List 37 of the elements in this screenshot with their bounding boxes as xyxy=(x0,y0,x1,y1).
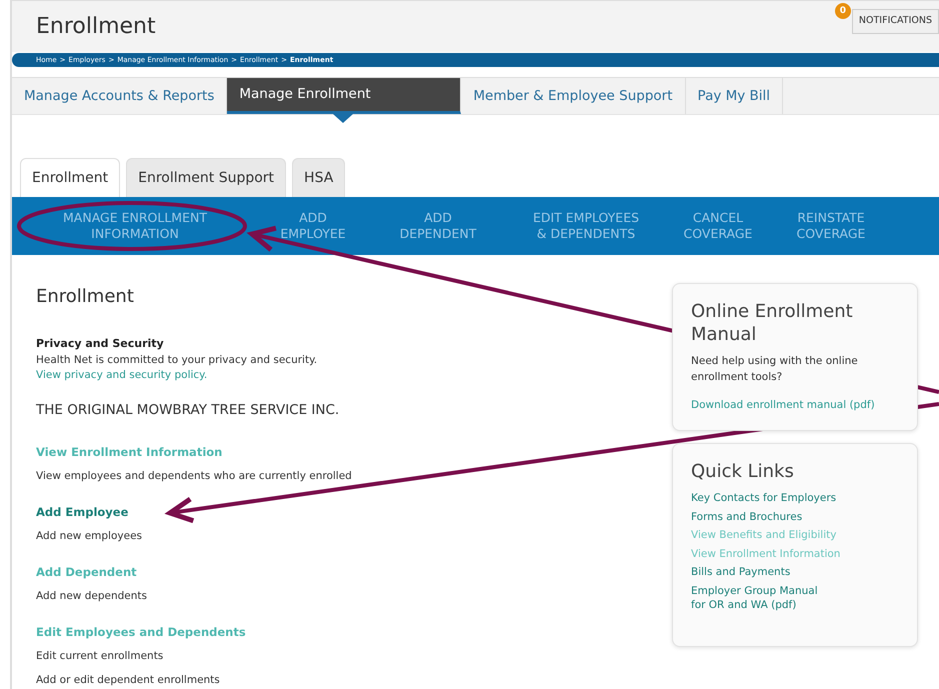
active-pointer-icon xyxy=(333,114,354,123)
nav-tab[interactable]: Pay My Bill xyxy=(686,78,784,114)
section-link[interactable]: Add Employee xyxy=(36,504,672,522)
card-title: Quick Links xyxy=(691,460,795,483)
privacy-link[interactable]: View privacy and security policy. xyxy=(36,368,672,384)
tab[interactable]: HSA xyxy=(292,158,346,197)
company-name: THE ORIGINAL MOWBRAY TREE SERVICE INC. xyxy=(36,401,340,420)
bullet-item: View employees and dependents who are currently enrolled xyxy=(36,468,353,484)
sub-nav-link[interactable]: ADD DEPENDENT xyxy=(368,210,508,242)
sub-nav-link[interactable]: EDIT EMPLOYEES & DEPENDENTS xyxy=(508,210,664,242)
notification-count: 0 xyxy=(834,3,851,20)
tab[interactable]: Enrollment Support xyxy=(126,158,286,197)
section-link[interactable]: Add Dependent xyxy=(36,564,672,582)
sidebar-link[interactable]: Forms and Brochures xyxy=(691,510,899,524)
privacy-text: Health Net is committed to your privacy and security. xyxy=(36,352,318,368)
sub-nav-link[interactable]: MANAGE ENROLLMENT INFORMATION xyxy=(12,210,258,242)
section-title: Enrollment xyxy=(36,285,135,309)
privacy-heading: Privacy and Security xyxy=(36,336,165,352)
nav-tab[interactable]: Member & Employee Support xyxy=(461,78,686,114)
notifications-button[interactable]: NOTIFICATIONS xyxy=(852,9,939,34)
section-link[interactable]: Edit Employees and Dependents xyxy=(36,624,672,642)
sidebar-link[interactable]: Key Contacts for Employers xyxy=(691,491,899,505)
sub-nav-link[interactable]: REINSTATE COVERAGE xyxy=(772,210,890,242)
section-link[interactable]: View Enrollment Information xyxy=(36,444,672,462)
sub-nav-link[interactable]: CANCEL COVERAGE xyxy=(664,210,772,242)
bullet-item: Add or edit dependent enrollments xyxy=(36,673,221,688)
bullet-item: Edit current enrollments xyxy=(36,648,164,664)
sidebar-link[interactable]: Bills and Payments xyxy=(691,565,899,579)
sidebar-link[interactable]: Employer Group Manual for OR and WA (pdf) xyxy=(691,584,899,612)
sidebar-link[interactable]: Download enrollment manual (pdf) xyxy=(691,398,899,412)
page-title: Enrollment xyxy=(36,13,156,41)
bullet-item: Add new dependents xyxy=(36,588,148,604)
card-title: Online Enrollment Manual xyxy=(691,300,854,346)
card-text: Need help using with the online enrollment tools? xyxy=(691,354,859,385)
bullet-item: Add new employees xyxy=(36,528,144,544)
sub-nav-link[interactable]: ADD EMPLOYEE xyxy=(258,210,368,242)
tab[interactable]: Enrollment xyxy=(20,158,120,197)
